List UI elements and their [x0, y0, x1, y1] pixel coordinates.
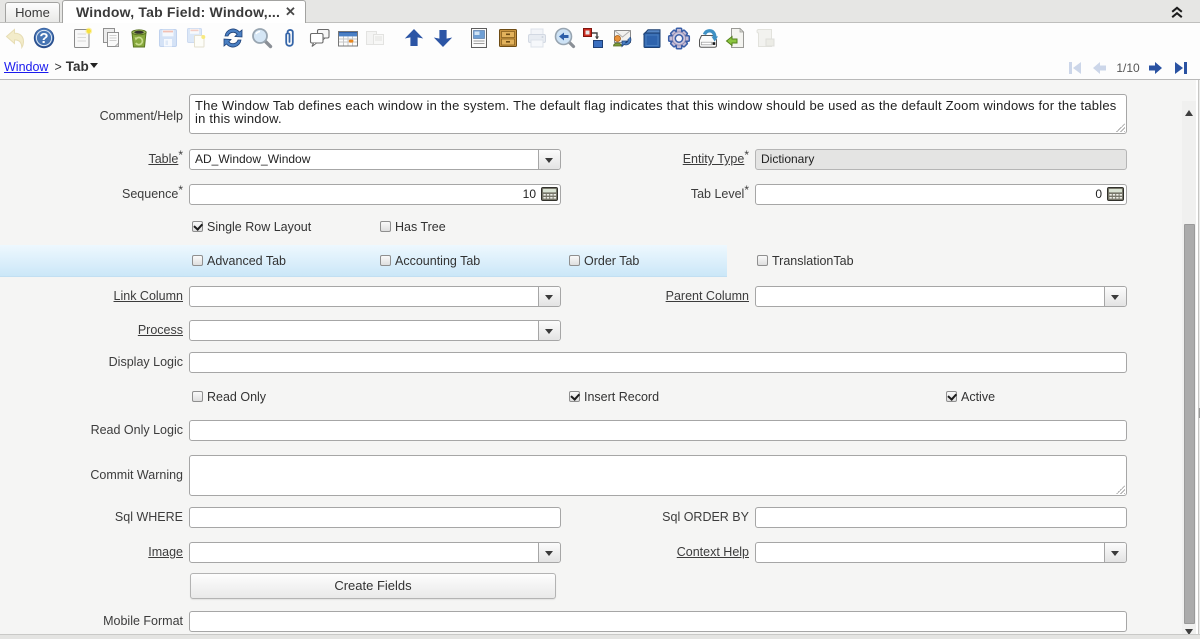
svg-text:?: ?	[39, 30, 48, 47]
